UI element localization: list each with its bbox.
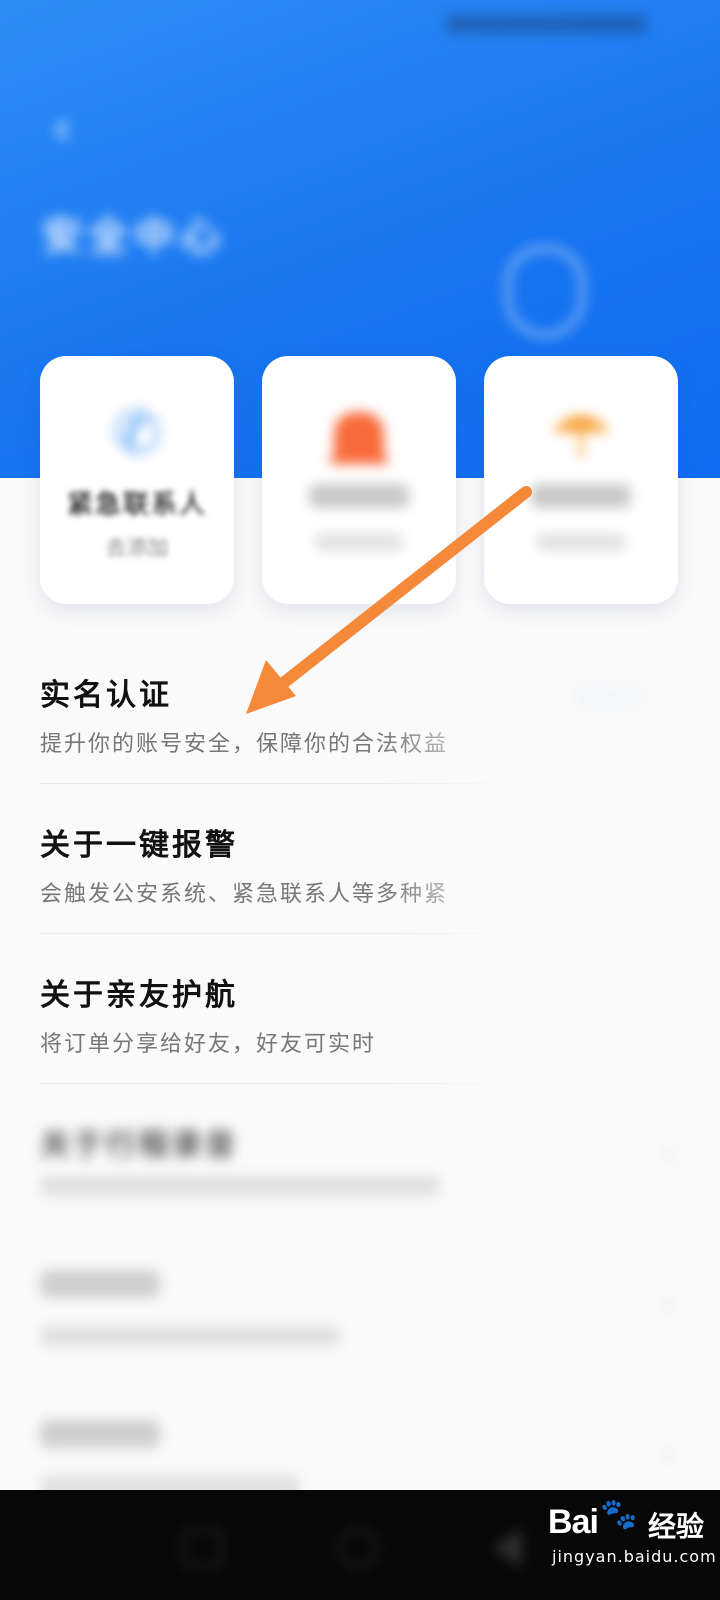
list-item-trip-recording[interactable]: 关于行程录音 › [40,1080,680,1234]
card-subtitle [262,532,456,556]
item-title: 实名认证 [40,678,172,713]
list-item-5[interactable]: › [40,1230,680,1384]
status-icons [446,14,646,34]
home-icon[interactable] [338,1528,378,1568]
list-item-one-key-alarm[interactable]: 关于一键报警 会触发公安系统、紧急联系人等多种紧 › [40,780,680,934]
chevron-right-icon: › [663,690,674,720]
chevron-right-icon: › [663,840,674,870]
recent-apps-icon[interactable] [182,1528,222,1568]
card-title [262,484,456,515]
list-item-real-name[interactable]: 实名认证 提升你的账号安全，保障你的合法权益 › [40,630,680,784]
card-emergency-contact[interactable]: ✆ 紧急联系人 去添加 [40,356,234,604]
chevron-right-icon: › [663,990,674,1020]
list-item-friend-guard[interactable]: 关于亲友护航 将订单分享给好友，好友可实时 › [40,930,680,1084]
back-triangle-icon[interactable] [492,1528,522,1568]
watermark-text: 经验 [648,1510,705,1543]
item-title: 关于亲友护航 [40,978,238,1013]
chevron-right-icon: › [663,1290,674,1320]
item-title: 关于行程录音 [40,1128,238,1163]
card-title: 紧急联系人 [66,490,207,520]
card-subtitle: 去添加 [105,536,169,560]
item-desc: 将订单分享给好友，好友可实时 [40,1032,377,1057]
watermark-logo: Bai [548,1503,599,1541]
phone-icon: ✆ [112,399,162,467]
item-desc [40,1326,340,1352]
alarm-icon [324,398,394,468]
item-desc: 提升你的账号安全，保障你的合法权益 [40,732,449,757]
item-title [40,1270,160,1306]
chevron-right-icon: › [663,1440,674,1470]
chevron-left-icon: ‹ [51,98,73,158]
status-bar [0,0,720,50]
back-button[interactable]: ‹ [36,102,88,154]
page-subtitle [42,284,342,310]
shield-icon [505,246,585,338]
item-desc: 会触发公安系统、紧急联系人等多种紧 [40,882,449,907]
verify-badge [574,686,644,708]
card-guard[interactable] [484,356,678,604]
chevron-right-icon: › [663,1140,674,1170]
umbrella-icon [546,398,616,468]
item-desc [40,1176,440,1202]
card-title [484,484,678,515]
paw-icon: 🐾 [600,1497,638,1532]
card-subtitle [484,532,678,556]
card-alarm[interactable] [262,356,456,604]
watermark-url: jingyan.baidu.com [552,1547,717,1566]
page-title: 安全中心 [42,214,226,260]
item-title: 关于一键报警 [40,828,238,863]
item-title [40,1420,160,1456]
baidu-jingyan-watermark: Bai 🐾 经验 jingyan.baidu.com [548,1497,716,1566]
